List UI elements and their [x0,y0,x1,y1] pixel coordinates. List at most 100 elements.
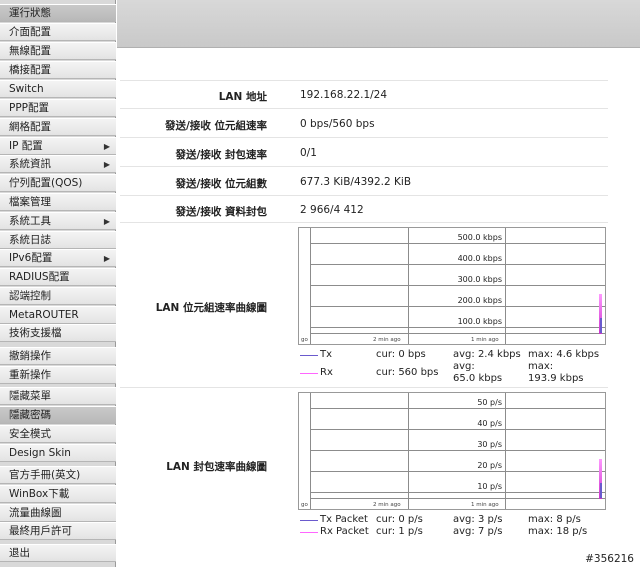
sidebar-item[interactable]: 隱藏密碼 [0,406,116,424]
grid-baseline [310,333,605,334]
tx-spike [600,483,602,498]
sidebar-item-label: 橋接配置 [9,64,51,76]
sidebar-item-label: 退出 [9,547,30,559]
sidebar-item[interactable]: 檔案管理 [0,193,116,211]
grid-vline [310,393,311,509]
packet-rate-label: 發送/接收 封包速率 [175,149,268,161]
sidebar-item-label: WinBox下載 [9,488,70,500]
sidebar-item[interactable]: 認端控制 [0,287,116,305]
sidebar-item-label: Design Skin [9,447,71,459]
sidebar-item[interactable]: IPv6配置 ▶ [0,249,116,267]
sidebar-item[interactable]: 介面配置 [0,23,116,41]
time-axis-label: 1 min ago [471,337,499,343]
sidebar-item[interactable]: 流量曲線圖 [0,504,116,522]
bytes-value: 677.3 KiB/4392.2 KiB [300,176,412,188]
bit-rate-value: 0 bps/560 bps [300,118,375,130]
y-axis-label: 100.0 kbps [457,317,502,326]
sidebar-item[interactable]: Switch [0,80,116,98]
y-axis-label: 10 p/s [477,482,502,491]
grid-vline [310,228,311,344]
tx-packet-cur: cur: 0 p/s [376,514,423,525]
sidebar-item[interactable]: RADIUS配置 [0,268,116,286]
rx-packet-legend-name: Rx Packet [320,526,369,537]
lan-address-label: LAN 地址 [218,91,267,103]
sidebar-item[interactable]: 系統日誌 [0,231,116,249]
sidebar-item[interactable]: 網格配置 [0,118,116,136]
sidebar-item-label: PPP配置 [9,102,49,114]
sidebar-item[interactable]: 系統工具 ▶ [0,212,116,230]
sidebar-item[interactable]: 官方手冊(英文) [0,466,116,484]
sidebar-item-label: 隱藏菜單 [9,390,51,402]
sidebar-item[interactable]: 退出 [0,544,116,562]
sidebar-item[interactable]: 系統資訊 ▶ [0,155,116,173]
sidebar-item-label: 運行狀態 [9,7,51,19]
bit-rate-label: 發送/接收 位元組速率 [165,120,267,132]
y-axis-label: 40 p/s [477,419,502,428]
sidebar-item[interactable]: 安全模式 [0,425,116,443]
sidebar-item-label: 重新操作 [9,369,51,381]
sidebar-item[interactable]: 最終用戶許可 [0,522,116,540]
sidebar-item-label: IPv6配置 [9,252,53,264]
sidebar-item[interactable]: 無線配置 [0,42,116,60]
sidebar-item-label: 介面配置 [9,26,51,38]
packets-label: 發送/接收 資料封包 [175,206,268,218]
sidebar-item[interactable]: 運行狀態 [0,4,116,22]
separator [120,387,608,388]
rx-avg-label: avg: [453,361,475,372]
sidebar-menu: 運行狀態介面配置無線配置橋接配置 Switch PPP配置網格配置 IP 配置 ▶ 系統資… [0,0,116,567]
sidebar-item[interactable]: 技術支援檔 [0,324,116,342]
sidebar-item[interactable]: 橋接配置 [0,61,116,79]
grid-line [310,408,605,409]
sidebar-item-label: 安全模式 [9,428,51,440]
sidebar-item[interactable]: PPP配置 [0,99,116,117]
y-axis-label: 300.0 kbps [457,275,502,284]
sidebar-item[interactable]: WinBox下載 [0,485,116,503]
tx-packet-max: max: 8 p/s [528,514,581,525]
grid-line [310,492,605,493]
sidebar-item[interactable]: Design Skin [0,444,116,462]
grid-line [310,285,605,286]
lan-address-value: 192.168.22.1/24 [300,89,388,101]
grid-baseline [310,498,605,499]
tx-avg: avg: 2.4 kbps [453,349,521,360]
tx-packet-legend-name: Tx Packet [320,514,368,525]
time-axis-label: 2 min ago [373,502,401,508]
sidebar-item-label: 技術支援檔 [9,327,62,339]
rx-packet-max: max: 18 p/s [528,526,588,537]
chevron-right-icon: ▶ [103,160,110,169]
y-axis-label: 30 p/s [477,440,502,449]
tx-packet-avg: avg: 3 p/s [453,514,503,525]
rx-legend-swatch [300,373,318,374]
rx-max-label: max: [528,361,554,372]
grid-vline [505,228,506,344]
grid-line [310,327,605,328]
sidebar-item[interactable]: 佇列配置(QOS) [0,174,116,192]
y-axis-label: 400.0 kbps [457,254,502,263]
sidebar-item[interactable]: MetaROUTER [0,306,116,324]
bit-graph-label: LAN 位元組速率曲線圖 [155,302,267,314]
sidebar-item[interactable]: IP 配置 ▶ [0,137,116,155]
sidebar-item-label: 系統工具 [9,215,51,227]
sidebar-item-label: 認端控制 [9,290,51,302]
y-axis-label: 200.0 kbps [457,296,502,305]
grid-line [310,450,605,451]
bit-rate-graph: 500.0 kbps 400.0 kbps 300.0 kbps 200.0 kbps… [298,227,606,345]
y-axis-label: 20 p/s [477,461,502,470]
rx-packet-avg: avg: 7 p/s [453,526,503,537]
sidebar-item[interactable]: 隱藏菜單 [0,387,116,405]
sidebar-item[interactable]: 撤銷操作 [0,347,116,365]
sidebar-item-label: 系統日誌 [9,234,51,246]
top-bar [117,0,640,48]
chevron-right-icon: ▶ [103,142,110,151]
grid-line [310,429,605,430]
chevron-right-icon: ▶ [103,254,110,263]
sidebar-item-label: 檔案管理 [9,196,51,208]
sidebar-item-label: 撤銷操作 [9,350,51,362]
y-axis-label: 50 p/s [477,398,502,407]
rx-avg-value: 65.0 kbps [453,373,503,384]
sidebar-item[interactable]: 重新操作 [0,366,116,384]
grid-line [310,264,605,265]
grid-line [310,243,605,244]
watermark: #356216 [585,553,634,565]
separator [120,108,608,109]
